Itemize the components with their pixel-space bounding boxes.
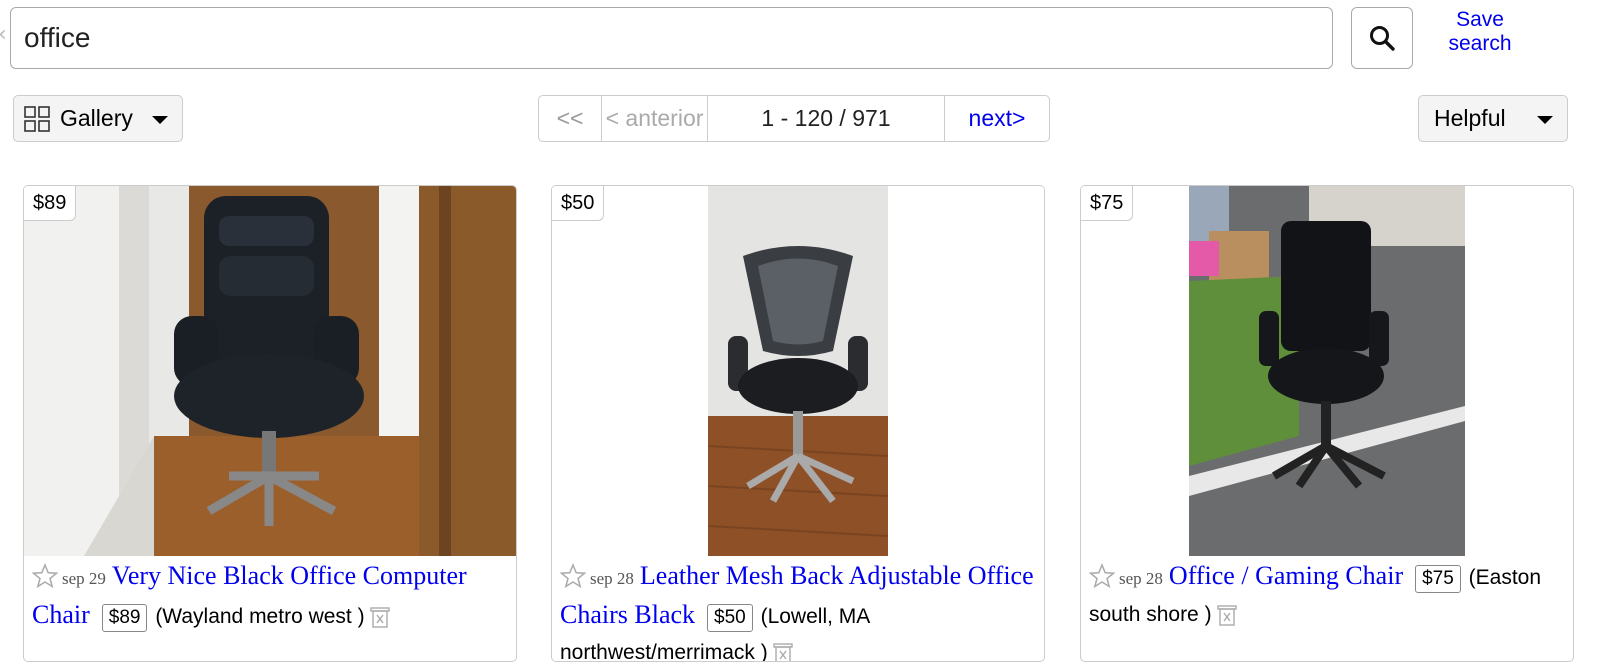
favorite-star-icon[interactable]: [560, 563, 586, 589]
listing-image[interactable]: [24, 186, 516, 556]
previous-page-button[interactable]: < anterior: [602, 96, 708, 141]
view-mode-label: Gallery: [60, 105, 133, 131]
listing-price: $50: [707, 604, 753, 632]
listing-image[interactable]: [552, 186, 1044, 556]
office-chair-photo: [1189, 186, 1465, 556]
listing-price: $89: [101, 604, 148, 632]
save-search-link[interactable]: Save search: [1430, 8, 1530, 56]
favorite-star-icon[interactable]: [32, 563, 58, 589]
search-icon: [1370, 26, 1395, 51]
hide-listing-icon[interactable]: [1216, 603, 1238, 627]
hide-listing-icon[interactable]: [369, 605, 391, 629]
back-chevron-icon[interactable]: ‹: [0, 24, 8, 46]
sort-label: Helpful: [1434, 105, 1506, 131]
chevron-down-icon: [152, 116, 168, 124]
sort-dropdown[interactable]: Helpful: [1418, 95, 1568, 142]
save-search-label-2: search: [1448, 32, 1512, 55]
listing-image[interactable]: [1081, 186, 1573, 556]
result-range: 1 - 120 / 971: [708, 96, 945, 141]
search-button[interactable]: [1351, 7, 1413, 69]
listing-location: (Wayland metro west ): [155, 605, 365, 628]
next-page-button[interactable]: next>: [945, 96, 1049, 141]
hide-listing-icon[interactable]: [772, 641, 794, 662]
price-badge: $50: [552, 186, 605, 221]
first-page-button[interactable]: <<: [539, 96, 602, 141]
office-chair-photo: [708, 186, 888, 556]
pagination: << < anterior 1 - 120 / 971 next>: [538, 95, 1050, 142]
favorite-star-icon[interactable]: [1089, 563, 1115, 589]
listing-card[interactable]: $75 sep 28 Office / Gaming Chair $75 (East…: [1080, 185, 1574, 662]
gallery-grid-icon: [24, 105, 50, 132]
listing-price: $75: [1415, 565, 1461, 593]
listing-card[interactable]: $89 sep 29 Very Nice Black Office Compute…: [23, 185, 517, 662]
price-badge: $75: [1081, 186, 1134, 221]
price-badge: $89: [24, 186, 77, 221]
view-mode-dropdown[interactable]: Gallery: [13, 95, 183, 142]
listing-date: sep 29: [62, 569, 106, 588]
chevron-down-icon: [1537, 116, 1553, 124]
listing-card[interactable]: $50 sep 28 Leather Mesh Back Adjustable O…: [551, 185, 1045, 662]
office-chair-photo: [24, 186, 516, 556]
listing-date: sep 28: [590, 569, 634, 588]
listing-title-link[interactable]: Office / Gaming Chair: [1169, 561, 1403, 590]
search-input[interactable]: [10, 7, 1333, 69]
save-search-label-1: Save: [1456, 8, 1504, 31]
listing-date: sep 28: [1119, 569, 1163, 588]
